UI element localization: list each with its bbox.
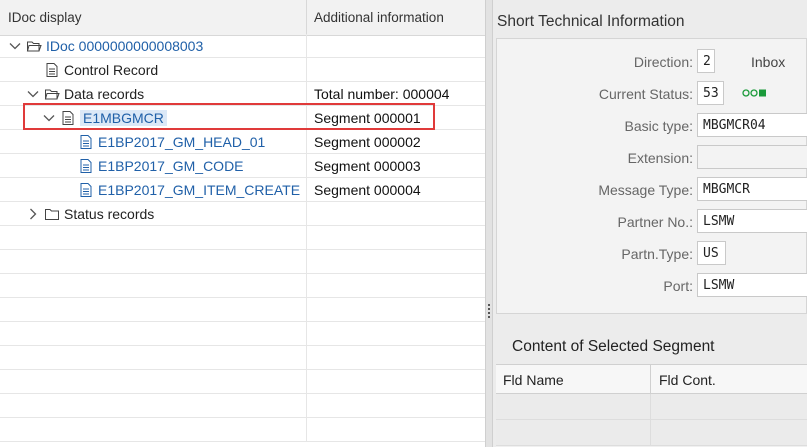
tree-row-empty xyxy=(0,418,485,442)
splitter-grip-icon[interactable] xyxy=(488,304,490,318)
tree-row-status-records[interactable]: Status records xyxy=(0,202,485,226)
tree-row-info: Segment 000004 xyxy=(314,182,421,198)
tree-row-empty xyxy=(0,394,485,418)
column-header-additional-info[interactable]: Additional information xyxy=(307,0,485,36)
tree-node-label[interactable]: Control Record xyxy=(64,62,158,78)
segment-grid-header: Fld Name Fld Cont. xyxy=(496,364,807,394)
partn-type-row: Partn.Type: US xyxy=(497,241,807,267)
tree-node-label[interactable]: E1MBGMCR xyxy=(80,110,167,126)
tree-row-e1mbgmcr[interactable]: E1MBGMCR Segment 000001 xyxy=(0,106,485,130)
current-status-label: Current Status: xyxy=(598,86,693,102)
partner-no-row: Partner No.: LSMW xyxy=(497,209,807,235)
tree-node-label[interactable]: E1BP2017_GM_CODE xyxy=(98,158,244,174)
tree-row-control-record[interactable]: Control Record xyxy=(0,58,485,82)
port-field[interactable]: LSMW xyxy=(697,273,807,297)
column-header-fld-cont[interactable]: Fld Cont. xyxy=(651,365,807,394)
details-pane: Short Technical Information Direction: 2… xyxy=(493,0,807,447)
folder-icon xyxy=(44,206,60,222)
message-type-label: Message Type: xyxy=(598,182,693,198)
tree-row-segment[interactable]: E1BP2017_GM_CODE Segment 000003 xyxy=(0,154,485,178)
segment-content-title: Content of Selected Segment xyxy=(512,338,715,355)
message-type-field[interactable]: MBGMCR xyxy=(697,177,807,201)
tree-row-empty xyxy=(0,298,485,322)
tree-node-label[interactable]: E1BP2017_GM_ITEM_CREATE xyxy=(98,182,300,198)
segment-content-grid: Fld Name Fld Cont. xyxy=(496,364,807,447)
partn-type-label: Partn.Type: xyxy=(621,246,693,262)
tree-row-segment[interactable]: E1BP2017_GM_ITEM_CREATE Segment 000004 xyxy=(0,178,485,202)
idoc-tree-pane: IDoc display Additional information IDoc… xyxy=(0,0,485,447)
extension-label: Extension: xyxy=(627,150,693,166)
chevron-right-icon[interactable] xyxy=(26,207,40,221)
port-label: Port: xyxy=(663,278,693,294)
tree-row-empty xyxy=(0,370,485,394)
tree-node-label[interactable]: Status records xyxy=(64,206,154,222)
short-tech-info-box: Direction: 2 Inbox Current Status: 53 Ba… xyxy=(496,38,807,314)
pane-splitter[interactable] xyxy=(485,0,493,447)
extension-field[interactable] xyxy=(697,145,807,169)
basic-type-label: Basic type: xyxy=(624,118,693,134)
folder-open-icon xyxy=(44,86,60,102)
direction-label: Direction: xyxy=(633,54,693,70)
tree-rows: IDoc 0000000000008003 Control Record Dat… xyxy=(0,34,485,442)
status-ok-icon xyxy=(742,87,770,102)
tree-row-info xyxy=(307,34,485,58)
tree-row-empty xyxy=(0,250,485,274)
status-row: Current Status: 53 xyxy=(497,81,807,107)
direction-text: Inbox xyxy=(751,54,786,70)
document-icon xyxy=(44,62,60,78)
column-header-idoc-display[interactable]: IDoc display xyxy=(0,0,307,36)
tree-node-label[interactable]: IDoc 0000000000008003 xyxy=(46,38,203,54)
tree-row-info: Segment 000003 xyxy=(314,158,421,174)
direction-row: Direction: 2 Inbox xyxy=(497,49,807,75)
chevron-down-icon[interactable] xyxy=(26,87,40,101)
document-icon xyxy=(78,134,94,150)
tree-node-label[interactable]: Data records xyxy=(64,86,144,102)
tree-row-info xyxy=(307,58,485,82)
direction-field[interactable]: 2 xyxy=(697,49,715,73)
short-tech-info-title: Short Technical Information xyxy=(497,13,685,30)
segment-grid-row[interactable] xyxy=(496,420,807,446)
document-icon xyxy=(60,110,76,126)
tree-row-empty xyxy=(0,346,485,370)
tree-row-info: Total number: 000004 xyxy=(314,86,450,102)
tree-row-empty xyxy=(0,226,485,250)
tree-row-empty xyxy=(0,322,485,346)
chevron-down-icon[interactable] xyxy=(42,111,56,125)
tree-row-empty xyxy=(0,274,485,298)
basic-type-row: Basic type: MBGMCR04 xyxy=(497,113,807,139)
partner-no-field[interactable]: LSMW xyxy=(697,209,807,233)
partn-type-field[interactable]: US xyxy=(697,241,726,265)
tree-row-data-records[interactable]: Data records Total number: 000004 xyxy=(0,82,485,106)
tree-node-label[interactable]: E1BP2017_GM_HEAD_01 xyxy=(98,134,265,150)
tree-row-info: Segment 000001 xyxy=(314,110,421,126)
current-status-field[interactable]: 53 xyxy=(697,81,724,105)
document-icon xyxy=(78,182,94,198)
document-icon xyxy=(78,158,94,174)
tree-row-info xyxy=(307,202,485,226)
tree-header: IDoc display Additional information xyxy=(0,0,485,36)
column-header-fld-name[interactable]: Fld Name xyxy=(496,365,651,394)
extension-row: Extension: xyxy=(497,145,807,171)
tree-row-idoc[interactable]: IDoc 0000000000008003 xyxy=(0,34,485,58)
partner-no-label: Partner No.: xyxy=(617,214,693,230)
segment-grid-row[interactable] xyxy=(496,394,807,420)
tree-row-segment[interactable]: E1BP2017_GM_HEAD_01 Segment 000002 xyxy=(0,130,485,154)
port-row: Port: LSMW xyxy=(497,273,807,299)
message-type-row: Message Type: MBGMCR xyxy=(497,177,807,203)
tree-row-info: Segment 000002 xyxy=(314,134,421,150)
basic-type-field[interactable]: MBGMCR04 xyxy=(697,113,807,137)
chevron-down-icon[interactable] xyxy=(8,39,22,53)
folder-open-icon xyxy=(26,38,42,54)
